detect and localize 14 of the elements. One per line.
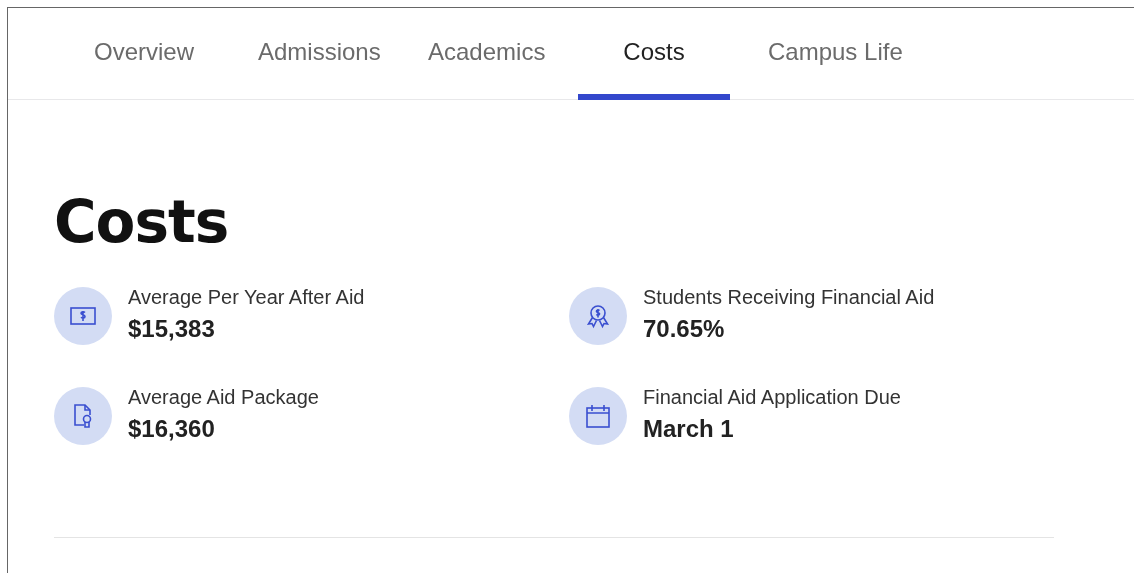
stat-label: Average Aid Package [128,385,319,409]
tab[interactable]: Campus Life [748,8,900,100]
stat-label: Average Per Year After Aid [128,285,365,309]
stat-value: $15,383 [128,314,216,343]
page-heading: Costs [54,193,230,255]
stat-label: Financial Aid Application Due [643,385,901,409]
stat-value: March 1 [643,414,735,443]
tab[interactable]: Overview [68,8,220,100]
stat-value: 70.65% [643,314,726,343]
tab[interactable]: Academics [408,8,560,100]
tab[interactable]: Admissions [238,8,390,100]
stat-label: Students Receiving Financial Aid [643,285,935,309]
tab[interactable]: Costs [578,8,730,100]
stat-value: $16,360 [128,414,216,443]
